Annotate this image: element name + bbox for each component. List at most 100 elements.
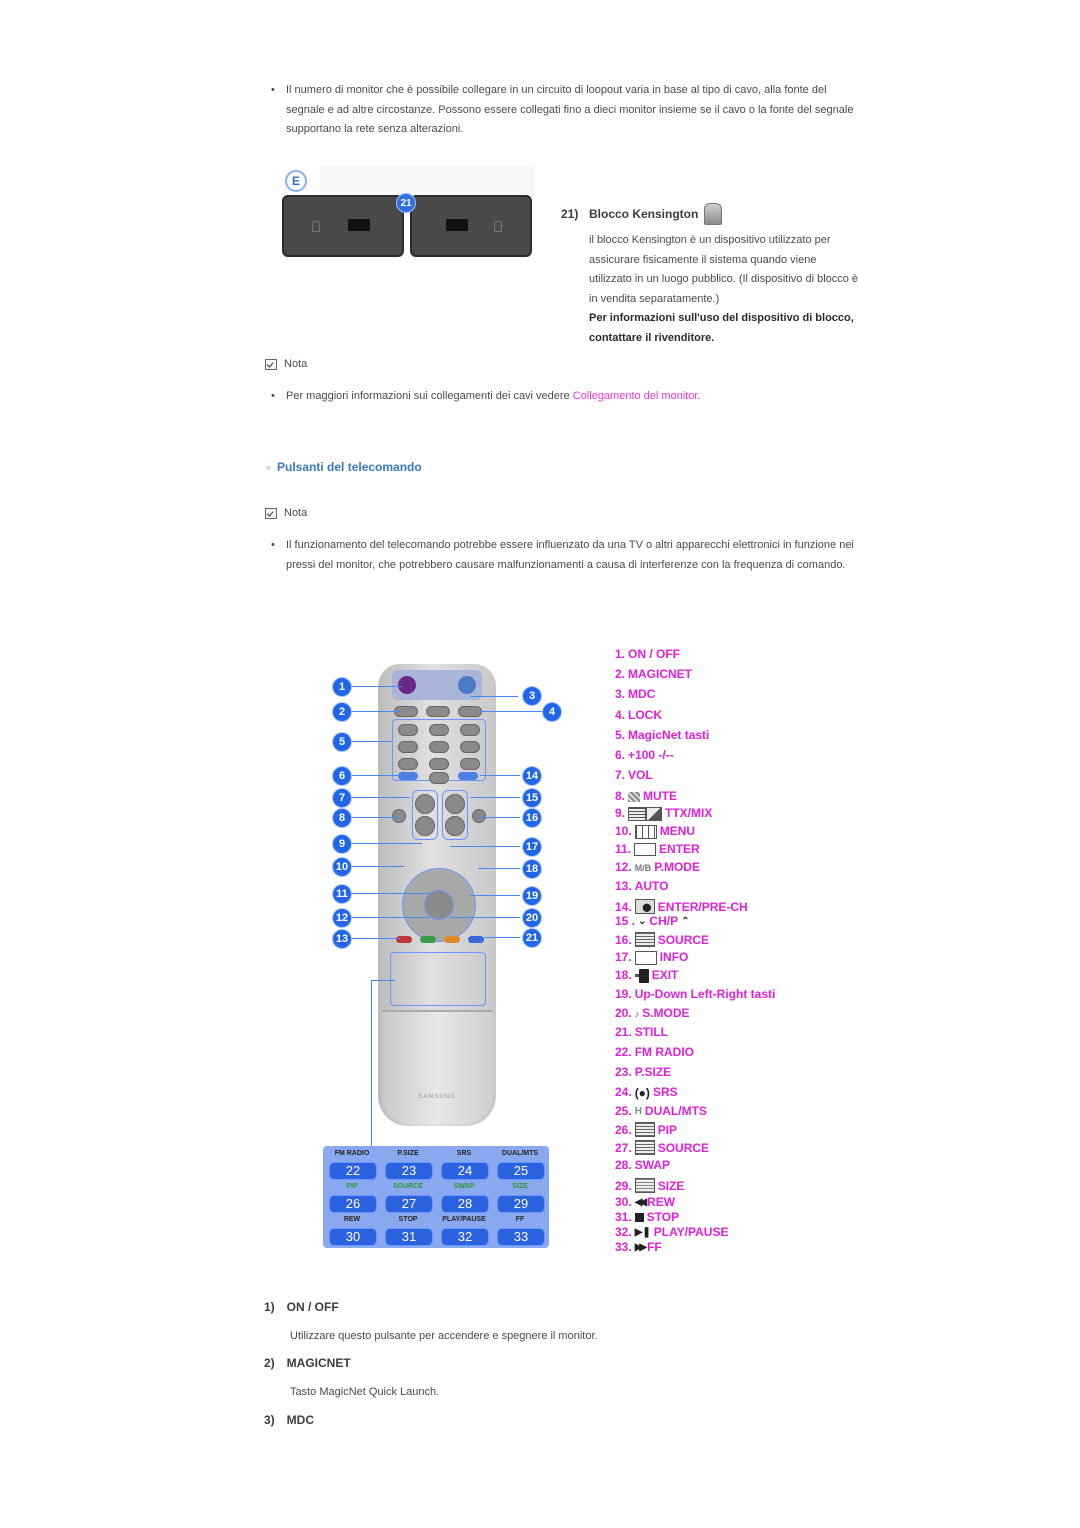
callout-21: 21: [396, 193, 416, 213]
key-number: 22.: [615, 1045, 632, 1059]
kensington-description: il blocco Kensington è un dispositivo ut…: [589, 234, 859, 305]
digit-key: [429, 758, 449, 770]
link-collegamento-monitor[interactable]: Collegamento del monitor: [573, 390, 698, 402]
callout-6: 6: [332, 766, 352, 786]
vol-down: [415, 816, 435, 836]
key-label: SRS: [652, 1085, 678, 1100]
blue-key: [468, 936, 484, 943]
ttx-mix-icon: [628, 806, 663, 821]
key-list-item: 14. ENTER/PRE-CH: [615, 899, 748, 915]
key-label: SIZE: [657, 1178, 685, 1193]
key-number: 2.: [615, 667, 626, 681]
srs-icon: (●): [634, 1085, 650, 1100]
pre-ch-icon: [634, 899, 655, 915]
key-label: EXIT: [651, 968, 679, 983]
key-list-item: 29. SIZE: [615, 1178, 685, 1194]
key-list-item: 22. FM RADIO: [615, 1045, 694, 1059]
key-label: ENTER/PRE-CH: [657, 899, 748, 914]
keypad-number: 22: [329, 1162, 377, 1180]
key-number: 12.: [615, 860, 632, 874]
section-number: 3): [264, 1413, 275, 1427]
chevron-up-icon: ⌃: [681, 915, 690, 927]
key-label: CH/P: [649, 914, 679, 928]
callout-12: 12: [332, 908, 352, 928]
key-label: ENTER: [659, 842, 700, 857]
key-list-item: 15 . ⌄ CH/P ⌃: [615, 914, 689, 928]
green-key: [420, 936, 436, 943]
key-number: 5.: [615, 728, 626, 742]
remote-cover: [382, 1010, 492, 1124]
key-label: DUAL/MTS: [644, 1104, 707, 1118]
image-bg: [320, 167, 534, 197]
callout-line: [478, 868, 520, 869]
digit-key: [460, 758, 480, 770]
key-list-item: 12. M/B P.MODE: [615, 860, 700, 874]
key-list-item: 8. MUTE: [615, 789, 677, 803]
key-number: 33.: [615, 1240, 632, 1254]
callout-5: 5: [332, 732, 352, 752]
note2-bullet: • Il funzionamento del telecomando potre…: [271, 536, 866, 575]
key-number: 15 .: [615, 914, 636, 928]
info-icon: [634, 950, 657, 965]
key-number: 13.: [615, 879, 632, 893]
keypad-number: 32: [441, 1228, 489, 1246]
callout-10: 10: [332, 857, 352, 877]
callout-line: [478, 817, 520, 818]
callout-21: 21: [522, 928, 542, 948]
key-number: 4.: [615, 708, 626, 722]
key-label: STOP: [646, 1210, 680, 1224]
key-number: 7.: [615, 768, 626, 782]
key-number: 28.: [615, 1158, 632, 1172]
key-list-item: 24. (●) SRS: [615, 1085, 678, 1100]
key-number: 29.: [615, 1178, 632, 1193]
section-title: » Pulsanti del telecomando: [266, 460, 422, 474]
key-number: 1.: [615, 647, 626, 661]
key-label: MagicNet tasti: [628, 728, 710, 742]
section-heading: 2) MAGICNET: [264, 1356, 351, 1370]
section-title-text: MDC: [286, 1413, 314, 1427]
key-number: 11.: [615, 842, 632, 857]
keypad-legend: FM RADIO 22 P.SIZE 23 SRS 24 DUAL/MTS 25 PIP 26 SO…: [323, 1146, 549, 1248]
key-number: 27.: [615, 1140, 632, 1155]
panel-label-e: E: [285, 170, 307, 192]
note1-bullet: • Per maggiori informazioni sui collegam…: [271, 387, 866, 407]
fast-forward-icon: ▶▶: [634, 1242, 648, 1254]
digit-key: [398, 724, 418, 736]
kensington-slot: [446, 219, 468, 231]
key-list-item: 32. ▶❚ PLAY/PAUSE: [615, 1225, 728, 1239]
dual-icon: H: [634, 1106, 642, 1118]
key-list-item: 17. INFO: [615, 950, 688, 965]
keypad-label: P.SIZE: [397, 1150, 419, 1157]
key-label: Up-Down Left-Right tasti: [634, 987, 776, 1001]
callout-line: [480, 775, 520, 776]
key-list-item: 30. ◀◀ REW: [615, 1195, 675, 1209]
mute-icon: [628, 789, 641, 803]
callout-11: 11: [332, 884, 352, 904]
prech-key: [458, 772, 478, 780]
callout-line: [350, 843, 422, 844]
keypad-connector: [371, 980, 372, 1146]
lock-glyph: [494, 221, 502, 232]
digit-key: [398, 758, 418, 770]
keypad-label: STOP: [398, 1216, 418, 1223]
key-label: PIP: [657, 1122, 678, 1137]
key-list-item: 16. SOURCE: [615, 932, 709, 948]
checkbox-note-icon: [265, 508, 277, 520]
callout-line: [450, 846, 520, 847]
key-label: AUTO: [634, 879, 669, 893]
keypad-connector: [371, 980, 395, 981]
digit-key: [460, 741, 480, 753]
vol-up: [415, 794, 435, 814]
checkbox-note-icon: [265, 359, 277, 371]
keypad-label: PIP: [346, 1183, 358, 1190]
bullet-dot: •: [271, 84, 275, 96]
callout-line: [350, 741, 392, 742]
monitor-panel-right: [410, 195, 532, 257]
callout-18: 18: [522, 859, 542, 879]
note-label-2: Nota: [265, 504, 307, 524]
key-number: 31.: [615, 1210, 632, 1224]
callout-line: [350, 866, 404, 867]
key-list-item: 9. TTX/MIX: [615, 806, 712, 821]
callout-17: 17: [522, 837, 542, 857]
intro-text: Il numero di monitor che è possibile col…: [286, 84, 854, 135]
